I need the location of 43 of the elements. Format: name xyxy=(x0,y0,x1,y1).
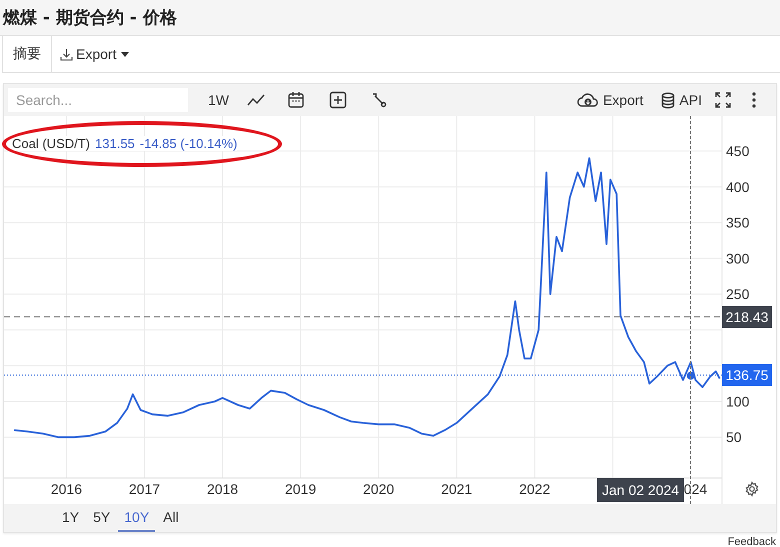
axis-label: 2018 xyxy=(206,481,238,497)
download-icon xyxy=(60,48,73,60)
settings-icon[interactable] xyxy=(744,481,760,497)
more-icon[interactable] xyxy=(752,92,756,108)
axis-label: 250 xyxy=(726,286,750,302)
axis-label: 400 xyxy=(726,178,750,195)
legend-symbol: Coal (USD/T) xyxy=(12,136,90,151)
database-icon xyxy=(661,92,676,108)
range-button[interactable]: All xyxy=(157,504,185,532)
axis-label: 024 xyxy=(684,481,708,497)
axis-label: 2020 xyxy=(363,481,394,497)
api-button[interactable]: API xyxy=(655,90,708,110)
axis-label: 50 xyxy=(726,429,742,446)
last-price-tag: 136.75 xyxy=(722,364,772,386)
line-chart-icon[interactable] xyxy=(247,93,265,107)
interval-button[interactable]: 1W xyxy=(202,90,235,110)
fullscreen-icon[interactable] xyxy=(714,91,732,109)
summary-tab[interactable]: 摘要 xyxy=(2,36,52,72)
range-button[interactable]: 1Y xyxy=(56,504,86,532)
axis-label: 300 xyxy=(726,250,750,266)
crosshair-price-tag: 218.43 xyxy=(722,306,772,328)
axis-label: 100 xyxy=(726,393,750,410)
legend-change: -14.85 (-10.14%) xyxy=(140,136,238,151)
cloud-download-icon xyxy=(576,92,599,108)
wrench-icon[interactable] xyxy=(371,92,387,108)
calendar-icon[interactable] xyxy=(287,91,305,109)
export-button[interactable]: Export xyxy=(570,90,650,110)
add-box-icon[interactable] xyxy=(329,91,347,109)
axis-label: 2017 xyxy=(128,481,160,497)
axis-label: 2022 xyxy=(519,481,550,497)
crosshair-dot xyxy=(686,372,695,380)
search-field[interactable]: Search... xyxy=(8,88,188,112)
range-button[interactable]: 5Y xyxy=(87,504,116,532)
feedback-link[interactable]: Feedback xyxy=(728,536,776,547)
range-button[interactable]: 10Y xyxy=(118,504,156,532)
axis-label: 2021 xyxy=(441,481,472,497)
page-title: 燃煤 - 期货合约 - 价格 xyxy=(3,7,177,29)
crosshair-date-tag: Jan 02 2024 xyxy=(597,478,684,502)
axis-label: 450 xyxy=(726,143,750,160)
axis-label: 350 xyxy=(726,214,750,231)
axis-label: 2016 xyxy=(50,481,82,497)
legend-price: 131.55 xyxy=(95,136,135,151)
axis-label: 2019 xyxy=(284,481,316,497)
